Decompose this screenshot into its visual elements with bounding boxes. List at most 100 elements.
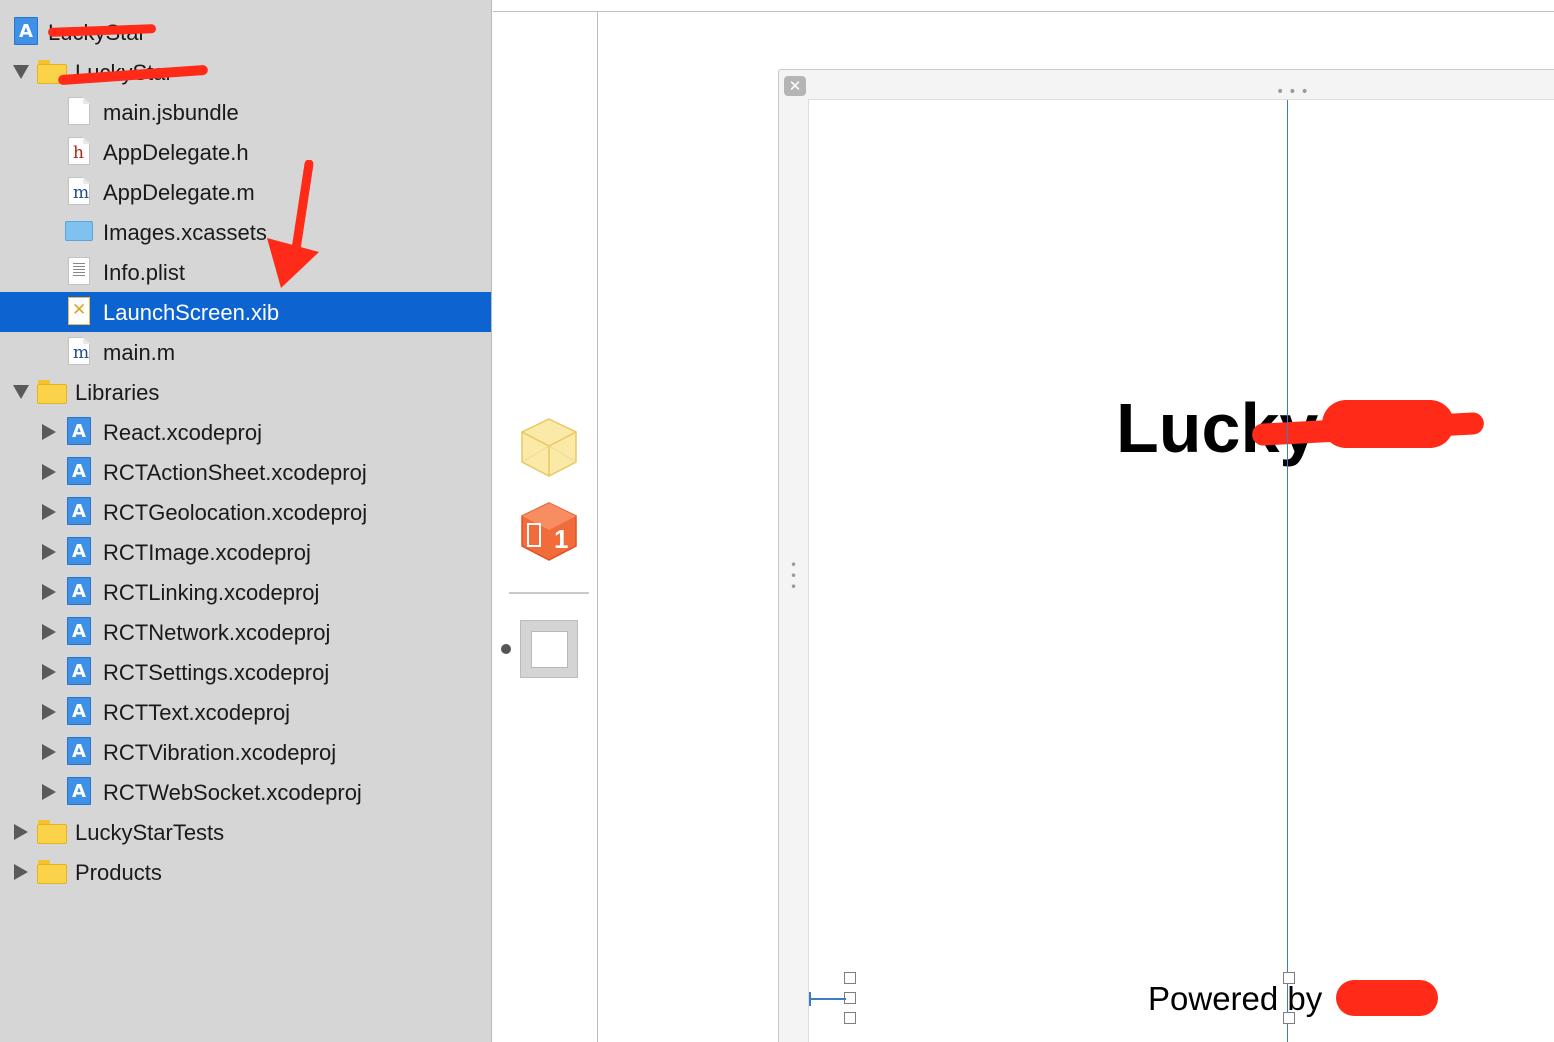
file-icon [65,97,93,127]
navigator-item-label: Images.xcassets [103,220,267,245]
navigator-row[interactable]: LaunchScreen.xib [0,292,491,332]
folder-icon [37,817,67,847]
first-responder-cube-icon[interactable]: 1 [518,500,580,564]
xcode-project-icon [65,697,93,727]
navigator-row[interactable]: RCTNetwork.xcodeproj [0,612,491,652]
xcode-project-icon [65,457,93,487]
navigator-row[interactable]: h AppDelegate.h [0,132,491,172]
source-file-icon: m [65,337,93,367]
redaction-scribble [1322,400,1454,448]
xcode-project-icon [65,497,93,527]
placeholder-cube-icon[interactable] [518,416,580,480]
navigator-item-label: RCTText.xcodeproj [103,700,291,725]
disclosure-closed-icon[interactable] [41,664,57,680]
navigator-row[interactable]: Images.xcassets [0,212,491,252]
resize-handle[interactable] [1283,972,1295,984]
center-alignment-guide [1287,100,1288,1042]
navigator-item-label: main.jsbundle [103,100,239,125]
launch-screen-view[interactable] [808,99,1554,1042]
navigator-row[interactable]: m main.m [0,332,491,372]
navigator-item-label: RCTWebSocket.xcodeproj [103,780,362,805]
disclosure-closed-icon[interactable] [13,824,29,840]
navigator-item-label: RCTImage.xcodeproj [103,540,311,565]
navigator-item-label: AppDelegate.m [103,180,255,205]
disclosure-closed-icon[interactable] [41,584,57,600]
navigator-item-label: Products [75,860,162,885]
dock-divider [597,12,598,1042]
project-navigator: LuckyStarLuckyStarmain.jsbundlehAppDeleg… [0,0,492,1042]
navigator-item-label: RCTLinking.xcodeproj [103,580,320,605]
xcode-project-icon [65,417,93,447]
xcode-project-icon [65,617,93,647]
navigator-item-label: LuckyStarTests [75,820,225,845]
folder-icon [37,377,67,407]
xcode-project-icon [12,17,40,47]
resize-handle[interactable] [1283,1012,1295,1024]
navigator-item-label: main.m [103,340,176,365]
navigator-row[interactable]: RCTGeolocation.xcodeproj [0,492,491,532]
xib-file-icon [65,297,93,327]
navigator-item-label: RCTActionSheet.xcodeproj [103,460,367,485]
xcode-project-icon [65,777,93,807]
navigator-item-label: RCTNetwork.xcodeproj [103,620,331,645]
navigator-row[interactable]: Libraries [0,372,491,412]
navigator-row[interactable]: RCTLinking.xcodeproj [0,572,491,612]
annotation-arrow [267,160,319,288]
navigator-row[interactable]: RCTActionSheet.xcodeproj [0,452,491,492]
resize-handle[interactable] [844,1012,856,1024]
navigator-row[interactable]: RCTWebSocket.xcodeproj [0,772,491,812]
header-file-icon: h [65,137,93,167]
navigator-item-label: Info.plist [103,260,185,285]
plist-file-icon [65,257,93,287]
folder-icon [37,857,67,887]
navigator-item-label: RCTGeolocation.xcodeproj [103,500,368,525]
scene-resize-handle[interactable]: • • • [790,559,798,593]
navigator-item-label: React.xcodeproj [103,420,262,445]
navigator-row[interactable]: RCTText.xcodeproj [0,692,491,732]
disclosure-closed-icon[interactable] [41,624,57,640]
source-file-icon: m [65,177,93,207]
xcode-project-icon [65,657,93,687]
redaction-scribble [1336,980,1438,1016]
canvas-top-border [493,11,1554,12]
navigator-row[interactable]: Products [0,852,491,892]
disclosure-closed-icon[interactable] [41,424,57,440]
resize-handle[interactable] [844,972,856,984]
navigator-row[interactable]: main.jsbundle [0,92,491,132]
dock-separator [509,592,589,594]
leading-constraint-cap [809,992,811,1006]
leading-constraint[interactable] [810,998,846,1000]
disclosure-closed-icon[interactable] [41,504,57,520]
powered-by-label[interactable]: Powered by [1148,980,1322,1018]
navigator-row[interactable]: m AppDelegate.m [0,172,491,212]
disclosure-closed-icon[interactable] [41,784,57,800]
disclosure-closed-icon[interactable] [41,464,57,480]
navigator-item-label: RCTSettings.xcodeproj [103,660,330,685]
first-responder-badge: 1 [554,524,568,554]
asset-catalog-icon [65,217,93,247]
disclosure-closed-icon[interactable] [41,704,57,720]
navigator-row[interactable]: LuckyStarTests [0,812,491,852]
xcode-project-icon [65,537,93,567]
navigator-item-label: RCTVibration.xcodeproj [103,740,337,765]
navigator-row[interactable]: Info.plist [0,252,491,292]
navigator-row[interactable]: RCTImage.xcodeproj [0,532,491,572]
close-scene-button[interactable]: ✕ [784,76,806,96]
disclosure-closed-icon[interactable] [41,544,57,560]
disclosure-open-icon[interactable] [13,64,29,80]
disclosure-open-icon[interactable] [13,384,29,400]
navigator-row[interactable]: RCTVibration.xcodeproj [0,732,491,772]
disclosure-closed-icon[interactable] [41,744,57,760]
navigator-item-label: Libraries [75,380,160,405]
selection-dot [501,644,511,654]
navigator-row[interactable]: React.xcodeproj [0,412,491,452]
xcode-project-icon [65,577,93,607]
navigator-item-label: LaunchScreen.xib [103,300,280,325]
navigator-item-label: AppDelegate.h [103,140,249,165]
view-icon[interactable] [520,620,578,678]
navigator-row[interactable]: LuckyStar [0,52,491,92]
disclosure-closed-icon[interactable] [13,864,29,880]
scene-drag-handle[interactable]: ••• [1276,84,1313,100]
navigator-row[interactable]: RCTSettings.xcodeproj [0,652,491,692]
xcode-project-icon [65,737,93,767]
